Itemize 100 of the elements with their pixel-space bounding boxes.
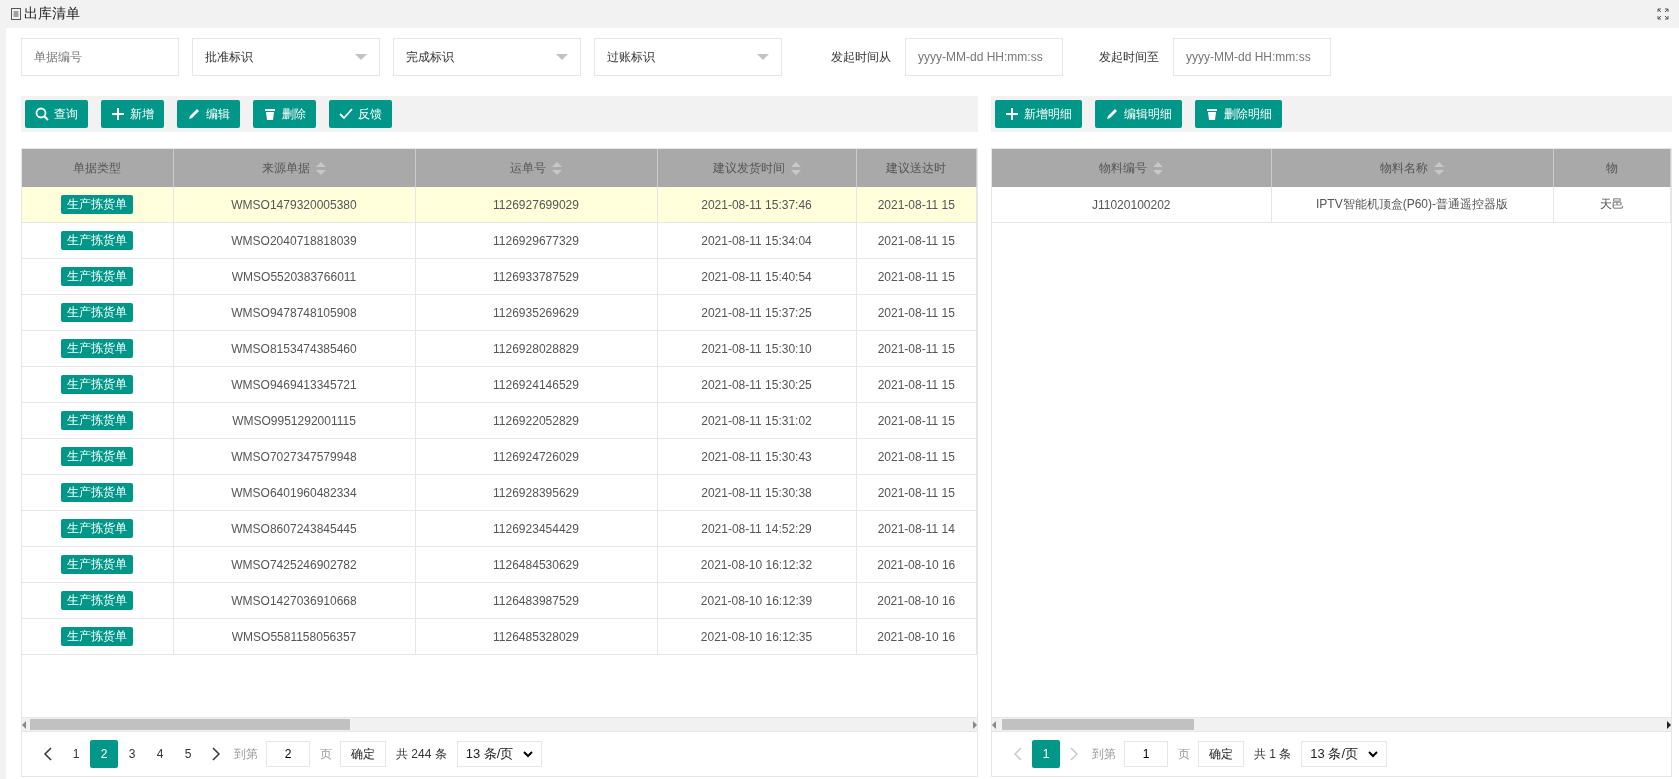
caret-icon <box>355 54 367 60</box>
table-cell: 1126928395629 <box>493 485 579 500</box>
trash-icon <box>1205 107 1219 121</box>
table-cell: 1126485328029 <box>493 629 579 644</box>
table-cell: 2021-08-11 15:34:04 <box>701 233 812 248</box>
page-number[interactable]: 3 <box>118 740 146 768</box>
table-row[interactable]: 生产拣货单 WMSO7425246902782 1126484530629 2021-08-10 16:12:32 2021-08-10 16 <box>22 546 977 583</box>
type-tag: 生产拣货单 <box>61 483 134 502</box>
table-cell: 2021-08-11 15:37:46 <box>701 197 812 212</box>
horizontal-scrollbar[interactable] <box>22 717 977 731</box>
toolbar-button[interactable]: 反馈 <box>329 100 392 128</box>
table-row[interactable]: 生产拣货单 WMSO2040718818039 1126929677329 2021-08-11 15:34:04 2021-08-11 15 <box>22 222 977 259</box>
table-cell: WMSO1427036910668 <box>231 593 357 608</box>
table-cell: 1126927699029 <box>493 197 579 212</box>
trash-icon <box>263 107 277 121</box>
date-field[interactable]: yyyy-MM-dd HH:mm:ss <box>905 38 1063 76</box>
type-tag: 生产拣货单 <box>61 411 134 430</box>
table-row[interactable]: 生产拣货单 WMSO9951292001115 1126922052829 2021-08-11 15:31:02 2021-08-11 15 <box>22 402 977 439</box>
table-row[interactable]: 生产拣货单 WMSO5520383766011 1126933787529 2021-08-11 15:40:54 2021-08-11 15 <box>22 258 977 295</box>
table-cell: IPTV智能机顶盒(P60)-普通遥控器版 <box>1316 197 1508 211</box>
type-tag: 生产拣货单 <box>61 591 134 610</box>
dropdown[interactable]: 批准标识 <box>192 38 380 76</box>
page-number[interactable]: 1 <box>62 740 90 768</box>
scroll-right-icon[interactable] <box>1667 720 1671 729</box>
table-cell: 1126924146529 <box>493 377 579 392</box>
table-row[interactable]: 生产拣货单 WMSO8153474385460 1126928028829 2021-08-11 15:30:10 2021-08-11 15 <box>22 330 977 367</box>
table-row[interactable]: 生产拣货单 WMSO1427036910668 1126483987529 2021-08-10 16:12:39 2021-08-10 16 <box>22 582 977 619</box>
table-cell: 1126483987529 <box>493 593 579 608</box>
toolbar-button[interactable]: 编辑 <box>177 100 240 128</box>
page-number[interactable]: 5 <box>174 740 202 768</box>
table-cell: WMSO6401960482334 <box>231 485 357 500</box>
page-input[interactable]: 2 <box>266 741 310 767</box>
plus-icon <box>1005 107 1019 121</box>
table-row[interactable]: 生产拣货单 WMSO6401960482334 1126928395629 2021-08-11 15:30:38 2021-08-11 15 <box>22 474 977 511</box>
table-row[interactable]: 生产拣货单 WMSO8607243845445 1126923454429 2021-08-11 14:52:29 2021-08-11 14 <box>22 510 977 547</box>
sort-icon[interactable] <box>1434 161 1444 175</box>
confirm-button[interactable]: 确定 <box>340 741 386 767</box>
table-cell: 2021-08-11 15 <box>877 377 955 392</box>
table-row[interactable]: J11020100202 IPTV智能机顶盒(P60)-普通遥控器版 天邑 <box>992 187 1671 223</box>
dropdown[interactable]: 完成标识 <box>393 38 581 76</box>
table-row[interactable]: 生产拣货单 WMSO1479320005380 1126927699029 2021-08-11 15:37:46 2021-08-11 15 <box>22 187 977 223</box>
table-cell: 天邑 <box>1599 197 1624 211</box>
chevron-down-icon <box>1368 750 1379 758</box>
dropdown[interactable]: 过账标识 <box>594 38 782 76</box>
table-cell: WMSO9469413345721 <box>231 377 357 392</box>
table-cell: 2021-08-10 16:12:39 <box>700 593 813 608</box>
toolbar-button[interactable]: 删除明细 <box>1195 100 1282 128</box>
page-number[interactable]: 2 <box>90 740 118 768</box>
sort-icon[interactable] <box>1153 161 1164 175</box>
scrollbar-thumb[interactable] <box>1002 719 1194 730</box>
plus-icon <box>111 107 125 121</box>
pencil-icon <box>187 107 201 121</box>
scrollbar-thumb[interactable] <box>30 719 350 730</box>
toolbar-button[interactable]: 新增明细 <box>995 100 1082 128</box>
horizontal-scrollbar[interactable] <box>992 717 1671 731</box>
table-cell: WMSO2040718818039 <box>231 233 357 248</box>
date-field[interactable]: yyyy-MM-dd HH:mm:ss <box>1173 38 1331 76</box>
table-cell: 2021-08-11 15:40:54 <box>701 269 812 284</box>
chevron-left-icon <box>1014 747 1022 761</box>
table-cell: 1126484530629 <box>493 557 579 572</box>
type-tag: 生产拣货单 <box>61 303 134 322</box>
table-cell: 2021-08-11 15:30:10 <box>701 341 812 356</box>
fullscreen-icon[interactable] <box>1657 8 1669 20</box>
table-cell: 2021-08-11 15 <box>877 233 955 248</box>
sort-icon[interactable] <box>316 161 326 175</box>
document-number-field[interactable]: 单据编号 <box>21 38 179 76</box>
caret-icon <box>757 54 769 60</box>
sort-icon[interactable] <box>790 161 801 175</box>
scroll-left-icon[interactable] <box>992 720 996 729</box>
toolbar-button[interactable]: 编辑明细 <box>1095 100 1182 128</box>
table-row[interactable]: 生产拣货单 WMSO9478748105908 1126935269629 2021-08-11 15:37:25 2021-08-11 15 <box>22 294 977 331</box>
document-icon <box>11 8 21 20</box>
chevron-right-icon <box>212 747 220 761</box>
table-cell: WMSO5581158056357 <box>231 629 357 644</box>
table-cell: 2021-08-11 15 <box>877 197 955 212</box>
toolbar-button[interactable]: 查询 <box>25 100 88 128</box>
page-size-select[interactable]: 13 条/页 <box>456 741 543 767</box>
table-row[interactable]: 生产拣货单 WMSO9469413345721 1126924146529 2021-08-11 15:30:25 2021-08-11 15 <box>22 366 977 403</box>
table-cell: 2021-08-11 15 <box>877 413 955 428</box>
page-unit-label: 页 <box>1178 745 1190 763</box>
type-tag: 生产拣货单 <box>61 195 134 214</box>
page-number[interactable]: 1 <box>1032 740 1060 768</box>
table-row[interactable]: 生产拣货单 WMSO7027347579948 1126924726029 2021-08-11 15:30:43 2021-08-11 15 <box>22 438 977 475</box>
page-input[interactable]: 1 <box>1124 741 1168 767</box>
toolbar-button[interactable]: 新增 <box>101 100 164 128</box>
table-cell: 1126922052829 <box>493 413 579 428</box>
scroll-left-icon[interactable] <box>22 720 26 729</box>
table-row[interactable]: 生产拣货单 WMSO5581158056357 1126485328029 2021-08-10 16:12:35 2021-08-10 16 <box>22 618 977 655</box>
table-cell: 2021-08-11 15:31:02 <box>701 413 812 428</box>
page-size-select[interactable]: 13 条/页 <box>1301 741 1388 767</box>
page-number[interactable]: 4 <box>146 740 174 768</box>
page-unit-label: 页 <box>320 745 332 763</box>
type-tag: 生产拣货单 <box>61 555 134 574</box>
total-count: 共 1 条 <box>1254 745 1292 763</box>
table-cell: WMSO7425246902782 <box>231 557 357 572</box>
toolbar-button[interactable]: 删除 <box>253 100 316 128</box>
table-cell: WMSO8607243845445 <box>231 521 357 536</box>
table-cell: 1126929677329 <box>493 233 579 248</box>
confirm-button[interactable]: 确定 <box>1198 741 1244 767</box>
sort-icon[interactable] <box>552 161 562 175</box>
